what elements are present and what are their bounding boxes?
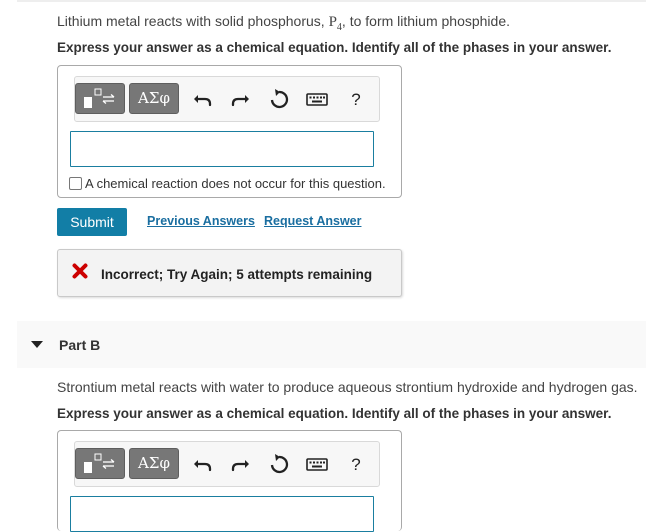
math-toolbar: ΑΣφ ? (74, 76, 380, 122)
answer-input[interactable] (70, 131, 374, 167)
keyboard-icon[interactable] (304, 451, 330, 477)
answer-box-part-b: ΑΣφ ? (57, 430, 402, 532)
templates-icon (84, 88, 115, 108)
part-b-header[interactable]: Part B (17, 321, 646, 368)
question-text-prefix: Lithium metal reacts with solid phosphor… (57, 13, 329, 29)
no-reaction-label: A chemical reaction does not occur for t… (85, 176, 386, 191)
redo-icon[interactable] (227, 86, 253, 112)
part-b-question: Strontium metal reacts with water to pro… (57, 379, 638, 395)
math-toolbar-part-b: ΑΣφ ? (74, 441, 380, 487)
undo-icon[interactable] (190, 86, 216, 112)
caret-down-icon (31, 341, 43, 348)
formula-base: P (328, 14, 337, 30)
help-button[interactable]: ? (343, 90, 369, 116)
part-a-question: Lithium metal reacts with solid phosphor… (57, 13, 510, 33)
feedback-box: Incorrect; Try Again; 5 attempts remaini… (57, 249, 402, 297)
incorrect-x-icon (72, 263, 88, 279)
part-b-title: Part B (59, 337, 101, 353)
templates-icon (84, 453, 115, 473)
redo-icon[interactable] (227, 451, 253, 477)
greek-symbols-button[interactable]: ΑΣφ (129, 83, 179, 114)
reset-icon[interactable] (266, 86, 292, 112)
submit-button[interactable]: Submit (57, 208, 127, 236)
top-divider (17, 0, 646, 2)
templates-button-part-b[interactable] (75, 448, 125, 479)
request-answer-link[interactable]: Request Answer (264, 214, 361, 228)
previous-answers-link[interactable]: Previous Answers (147, 214, 255, 228)
answer-input-part-b[interactable] (70, 496, 374, 532)
reset-icon[interactable] (266, 451, 292, 477)
keyboard-icon[interactable] (304, 86, 330, 112)
greek-symbols-button-part-b[interactable]: ΑΣφ (129, 448, 179, 479)
formula-p4: P4 (328, 14, 342, 33)
question-text-suffix: , to form lithium phosphide. (341, 13, 511, 29)
no-reaction-option[interactable]: A chemical reaction does not occur for t… (69, 176, 386, 191)
undo-icon[interactable] (190, 451, 216, 477)
templates-button[interactable] (75, 83, 125, 114)
part-a-instruction: Express your answer as a chemical equati… (57, 40, 612, 55)
part-b-instruction: Express your answer as a chemical equati… (57, 406, 612, 421)
feedback-message: Incorrect; Try Again; 5 attempts remaini… (101, 267, 373, 282)
no-reaction-checkbox[interactable] (69, 177, 82, 190)
help-button-part-b[interactable]: ? (343, 455, 369, 481)
answer-box: ΑΣφ ? A chemical reaction does not occur… (57, 65, 402, 198)
